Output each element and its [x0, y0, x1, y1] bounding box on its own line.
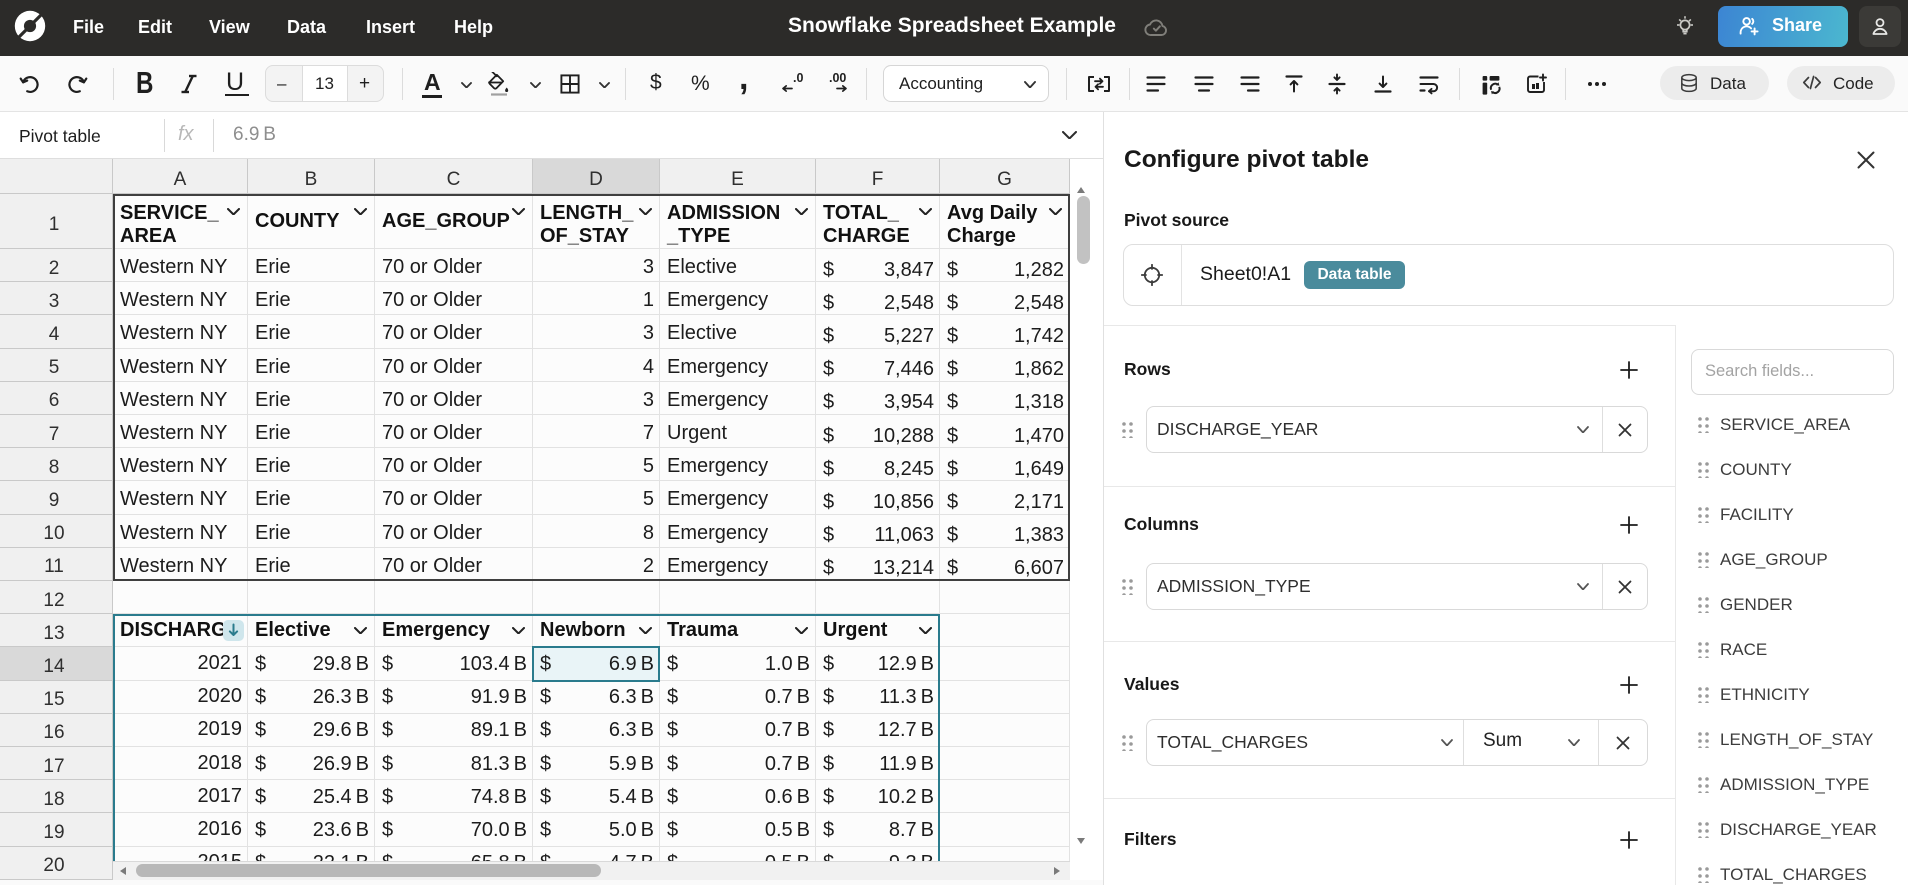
- svg-text:.00: .00: [829, 72, 846, 85]
- svg-text:.0: .0: [793, 72, 803, 85]
